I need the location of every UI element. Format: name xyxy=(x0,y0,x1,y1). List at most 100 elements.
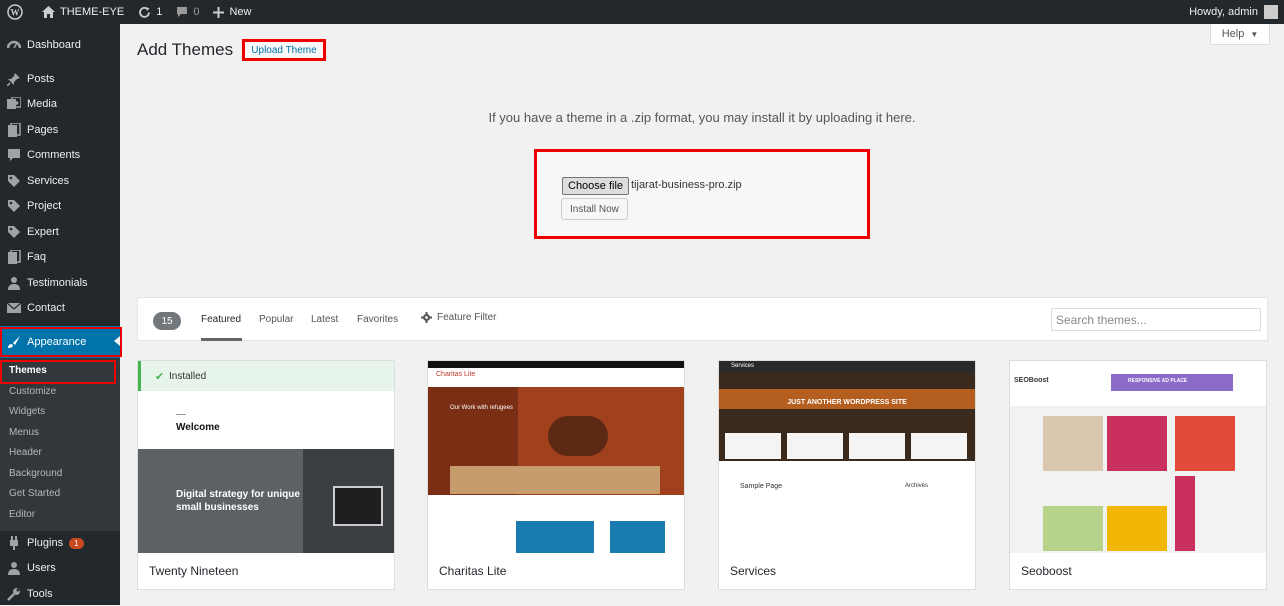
sidebar-item-posts[interactable]: Posts xyxy=(0,67,120,91)
upload-theme-form: Choose file tijarat-business-pro.zip Ins… xyxy=(534,149,870,239)
admin-sidebar: Dashboard Posts Media Pages Comments Ser… xyxy=(0,24,122,606)
theme-name: Seoboost xyxy=(1021,564,1072,578)
tag-icon xyxy=(7,225,21,239)
upload-theme-button[interactable]: Upload Theme xyxy=(242,39,326,61)
comments-count: 0 xyxy=(193,6,200,18)
installed-label: Installed xyxy=(169,370,207,382)
comments-link[interactable]: 0 xyxy=(169,0,206,24)
theme-shot-banner: RESPONSIVE AD PLACE xyxy=(1128,378,1188,384)
theme-filter-bar: 15 Featured Popular Latest Favorites Fea… xyxy=(137,297,1268,341)
svg-text:W: W xyxy=(11,8,20,18)
submenu-item-widgets[interactable]: Widgets xyxy=(9,402,45,420)
sidebar-item-label: Posts xyxy=(27,73,55,85)
pin-icon xyxy=(7,72,21,86)
sidebar-item-services[interactable]: Services xyxy=(0,169,120,193)
site-name: THEME-EYE xyxy=(60,6,125,18)
sidebar-item-label: Comments xyxy=(27,149,81,161)
search-themes-input[interactable]: Search themes... xyxy=(1051,308,1261,331)
wrench-icon xyxy=(7,587,21,601)
sidebar-item-expert[interactable]: Expert xyxy=(0,220,120,244)
sidebar-item-label: Services xyxy=(27,175,70,187)
howdy-text: Howdy, admin xyxy=(1189,6,1258,18)
submenu-item-background[interactable]: Background xyxy=(9,464,62,482)
sidebar-item-pages[interactable]: Pages xyxy=(0,118,120,142)
install-now-button[interactable]: Install Now xyxy=(561,198,628,220)
sidebar-item-label: Media xyxy=(27,98,57,110)
new-content-link[interactable]: New xyxy=(206,0,258,24)
help-label: Help xyxy=(1221,28,1245,40)
sidebar-item-testimonials[interactable]: Testimonials xyxy=(0,271,120,295)
submenu-item-menus[interactable]: Menus xyxy=(9,423,39,441)
sidebar-item-label: Plugins xyxy=(27,537,64,549)
comment-icon xyxy=(177,7,188,17)
theme-name: Charitas Lite xyxy=(439,564,507,578)
comment-icon xyxy=(7,148,21,162)
tab-popular[interactable]: Popular xyxy=(259,314,293,325)
submenu-item-customize[interactable]: Customize xyxy=(9,382,56,400)
tag-icon xyxy=(7,199,21,213)
sidebar-item-plugins[interactable]: Plugins 1 xyxy=(0,531,120,555)
plugins-update-badge: 1 xyxy=(69,537,84,549)
submenu-item-header[interactable]: Header xyxy=(9,443,42,461)
selected-file-name: tijarat-business-pro.zip xyxy=(631,179,742,191)
users-icon xyxy=(7,276,21,290)
theme-shot-archives: Archives xyxy=(905,483,929,489)
sidebar-item-label: Users xyxy=(27,562,56,574)
sidebar-item-comments[interactable]: Comments xyxy=(0,143,120,167)
avatar xyxy=(1264,5,1278,19)
theme-screenshot: Charitas Lite Our Work with refugees xyxy=(428,361,684,553)
plugin-icon xyxy=(7,536,21,550)
sidebar-item-label: Faq xyxy=(27,251,46,263)
gear-icon xyxy=(421,312,432,323)
theme-card-twenty-nineteen[interactable]: Welcome Digital strategy for unique smal… xyxy=(137,360,395,590)
plus-icon xyxy=(213,6,225,18)
tab-latest[interactable]: Latest xyxy=(311,314,338,325)
sidebar-item-label: Testimonials xyxy=(27,277,88,289)
theme-screenshot: SEOBoost RESPONSIVE AD PLACE xyxy=(1010,361,1266,553)
feature-filter-button[interactable]: Feature Filter xyxy=(421,312,496,323)
sidebar-item-label: Project xyxy=(27,200,62,212)
site-name-link[interactable]: THEME-EYE xyxy=(35,0,131,24)
submenu-item-get-started[interactable]: Get Started xyxy=(9,484,60,502)
theme-shot-logo: Services xyxy=(731,363,755,369)
theme-shot-tagline: Our Work with refugees xyxy=(450,405,513,411)
feature-filter-label: Feature Filter xyxy=(437,312,497,323)
theme-shot-logo: Charitas Lite xyxy=(436,371,476,378)
sidebar-item-contact[interactable]: Contact xyxy=(0,296,120,320)
wordpress-logo-icon[interactable]: W xyxy=(0,0,35,24)
sidebar-item-users[interactable]: Users xyxy=(0,556,120,580)
sidebar-item-label: Expert xyxy=(27,226,59,238)
tab-featured[interactable]: Featured xyxy=(201,314,241,325)
user-icon xyxy=(7,561,21,575)
help-tab-button[interactable]: Help ▼ xyxy=(1210,24,1270,45)
tab-favorites[interactable]: Favorites xyxy=(357,314,398,325)
dashboard-icon xyxy=(7,38,21,52)
pages-icon xyxy=(7,123,21,137)
theme-shot-logo: SEOBoost xyxy=(1014,377,1049,384)
theme-count-badge: 15 xyxy=(153,312,181,330)
theme-shot-headline: JUST ANOTHER WORDPRESS SITE xyxy=(787,399,907,406)
sidebar-item-dashboard[interactable]: Dashboard xyxy=(0,33,120,57)
sidebar-item-faq[interactable]: Faq xyxy=(0,245,120,269)
theme-card-charitas-lite[interactable]: Charitas Lite Our Work with refugees Cha… xyxy=(427,360,685,590)
active-tab-indicator xyxy=(201,338,242,341)
pages-icon xyxy=(7,250,21,264)
my-account-link[interactable]: Howdy, admin xyxy=(1189,0,1284,24)
sidebar-item-project[interactable]: Project xyxy=(0,194,120,218)
theme-card-seoboost[interactable]: SEOBoost RESPONSIVE AD PLACE Seoboost xyxy=(1009,360,1267,590)
home-icon xyxy=(42,6,55,18)
highlight-box-appearance xyxy=(0,327,122,357)
sidebar-item-media[interactable]: Media xyxy=(0,92,120,116)
media-icon xyxy=(7,97,21,111)
theme-name: Services xyxy=(730,564,777,578)
theme-card-services[interactable]: Services JUST ANOTHER WORDPRESS SITE Sam… xyxy=(718,360,976,590)
sidebar-item-tools[interactable]: Tools xyxy=(0,582,120,606)
theme-welcome-text: Welcome xyxy=(176,422,220,433)
tag-icon xyxy=(7,174,21,188)
submenu-item-editor[interactable]: Editor xyxy=(9,505,35,523)
theme-name: Twenty Nineteen xyxy=(149,564,239,578)
new-label: New xyxy=(229,6,252,18)
theme-headline: Digital strategy for unique small busine… xyxy=(176,489,300,513)
updates-link[interactable]: 1 xyxy=(131,0,169,24)
choose-file-button[interactable]: Choose file xyxy=(562,177,630,195)
